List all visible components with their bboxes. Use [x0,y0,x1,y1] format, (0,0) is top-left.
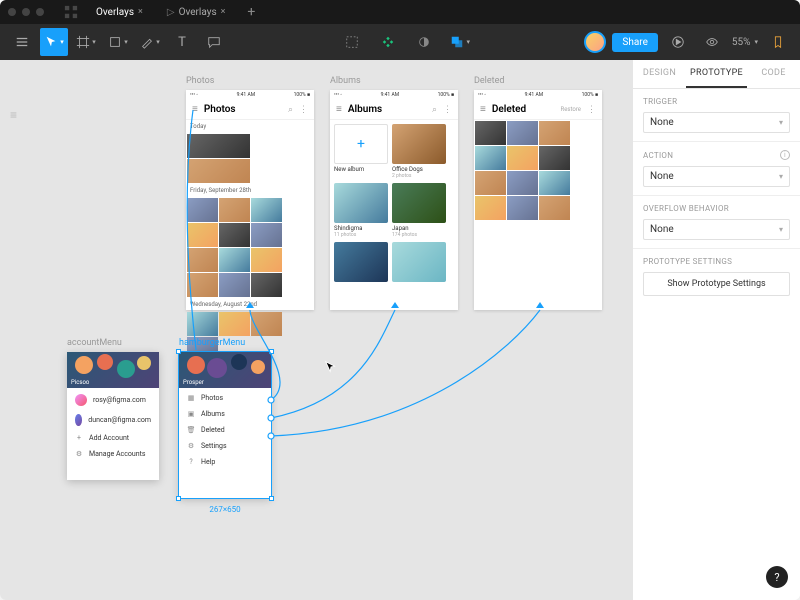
layers-toggle-icon[interactable]: ≡ [10,108,17,122]
search-icon[interactable]: ⌕ [432,105,437,115]
user-avatar[interactable] [584,31,606,53]
gear-icon: ⚙ [75,450,83,458]
status-bar: ••• ◦9:41 AM100% ■ [186,90,314,100]
frame-deleted[interactable]: Deleted ••• ◦9:41 AM100% ■ ≡ Deleted Res… [474,90,602,310]
hamburger-icon[interactable]: ≡ [192,104,198,115]
settings-label: PROTOTYPE SETTINGS [643,257,790,266]
hamburger-icon[interactable]: ≡ [336,104,342,115]
zoom-level[interactable]: 55%▾ [732,37,758,48]
create-component-tool[interactable] [374,28,402,56]
share-button[interactable]: Share [612,33,657,52]
more-icon[interactable]: ⋮ [587,105,596,115]
more-icon[interactable]: ⋮ [299,105,308,115]
titlebar: Overlays× ▷Overlays× + [0,0,800,24]
action-select[interactable]: None▾ [643,166,790,187]
gear-icon: ⚙ [187,442,195,450]
play-button[interactable] [664,28,692,56]
boolean-tool[interactable]: ▾ [446,28,474,56]
account-menu-frame[interactable]: accountMenu Picsoo rosy@figma.com duncan… [67,352,159,480]
screen-header: ≡ Photos ⌕ ⋮ [186,100,314,120]
move-tool[interactable]: ▾ [40,28,68,56]
tab-code[interactable]: CODE [747,60,800,88]
album-item[interactable]: Japan174 photos [392,183,446,238]
cursor-icon [324,360,338,374]
bookmark-icon[interactable] [764,28,792,56]
selection-dimensions: 267×650 [179,505,271,514]
text-tool[interactable]: T [168,28,196,56]
overflow-select[interactable]: None▾ [643,219,790,240]
menu-item[interactable]: +Add Account [67,430,159,446]
add-tab-button[interactable]: + [241,4,261,20]
tab-design[interactable]: DESIGN [633,60,686,88]
photos-icon: ▦ [187,394,195,402]
album-grid: +New album Office Dogs2 photos Shindigma… [330,120,458,286]
shape-tool[interactable]: ▾ [104,28,132,56]
canvas[interactable]: ≡ Photos ••• ◦9:41 AM100% ■ ≡ Photos ⌕ ⋮… [0,60,632,600]
menu-item-help[interactable]: ?Help [179,454,271,470]
albums-icon: ▣ [187,410,195,418]
menu-item[interactable]: duncan@figma.com [67,410,159,430]
album-item[interactable]: +New album [334,124,388,179]
menu-item-photos[interactable]: ▦Photos [179,390,271,406]
menu-item-deleted[interactable]: 🗑Deleted [179,422,271,438]
plus-icon: + [75,434,83,442]
frame-label: Photos [186,76,214,86]
overflow-label: OVERFLOW BEHAVIOR [643,204,790,213]
menu-header: Picsoo [67,352,159,388]
inspector-panel: DESIGN PROTOTYPE CODE TRIGGER None▾ ACTI… [632,60,800,600]
album-item[interactable] [392,242,446,282]
view-button[interactable] [698,28,726,56]
show-prototype-settings-button[interactable]: Show Prototype Settings [643,272,790,296]
close-icon[interactable]: × [138,7,143,17]
frame-photos[interactable]: Photos ••• ◦9:41 AM100% ■ ≡ Photos ⌕ ⋮ T… [186,90,314,310]
restore-button[interactable]: Restore [561,106,581,113]
trigger-select[interactable]: None▾ [643,112,790,133]
toolbar: ▾ ▾ ▾ ▾ T ▾ Share 55%▾ [0,24,800,60]
comment-tool[interactable] [200,28,228,56]
tab-prototype[interactable]: PROTOTYPE [686,60,747,88]
grid-icon[interactable] [64,5,78,19]
menu-header: Prosper [179,352,271,388]
hamburger-menu-frame[interactable]: hamburgerMenu Prosper ▦Photos ▣Albums 🗑D… [179,352,271,498]
album-item[interactable]: Shindigma11 photos [334,183,388,238]
tab-overlays-active[interactable]: Overlays× [88,3,151,22]
menu-item-settings[interactable]: ⚙Settings [179,438,271,454]
album-item[interactable] [334,242,388,282]
help-icon: ? [187,458,195,466]
album-item[interactable]: Office Dogs2 photos [392,124,446,179]
menu-button[interactable] [8,28,36,56]
section-header: Today [186,120,314,133]
help-button[interactable]: ? [766,566,788,588]
window-controls[interactable] [8,8,44,16]
search-icon[interactable]: ⌕ [288,105,293,115]
more-icon[interactable]: ⋮ [443,105,452,115]
action-label: ACTIONi [643,150,790,160]
tab-overlays[interactable]: ▷Overlays× [159,3,234,22]
pen-tool[interactable]: ▾ [136,28,164,56]
menu-item[interactable]: ⚙Manage Accounts [67,446,159,462]
trigger-label: TRIGGER [643,97,790,106]
component-tool[interactable] [338,28,366,56]
mask-tool[interactable] [410,28,438,56]
frame-albums[interactable]: Albums ••• ◦9:41 AM100% ■ ≡ Albums ⌕ ⋮ +… [330,90,458,310]
info-icon[interactable]: i [780,150,790,160]
frame-tool[interactable]: ▾ [72,28,100,56]
hamburger-icon[interactable]: ≡ [480,104,486,115]
photo-grid [186,133,314,184]
menu-item[interactable]: rosy@figma.com [67,390,159,410]
close-icon[interactable]: × [221,7,226,17]
menu-item-albums[interactable]: ▣Albums [179,406,271,422]
trash-icon: 🗑 [187,426,195,434]
